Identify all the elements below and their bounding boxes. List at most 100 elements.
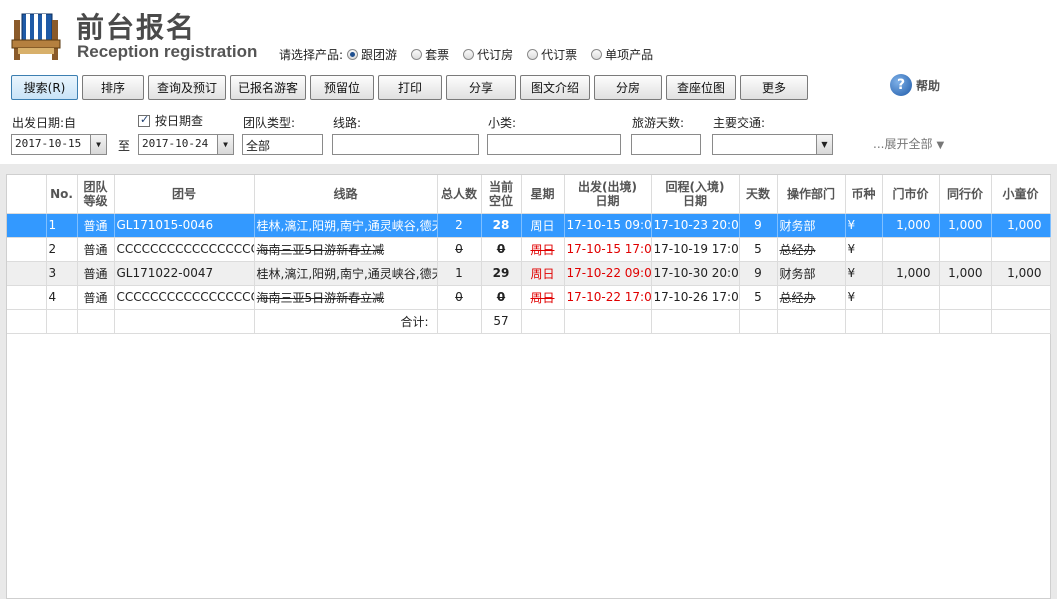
subcategory-input[interactable] [487, 134, 621, 155]
radio-single-product[interactable]: 单项产品 [591, 46, 653, 63]
row-days[interactable]: 9 [739, 213, 778, 238]
table-row[interactable]: 4 普通 CCCCCCCCCCCCCCCCC 海南三亚5日游新春立减 0 0 周日 17-10… [7, 285, 1051, 310]
row-retail[interactable] [882, 285, 940, 310]
row-weekday[interactable]: 周日 [521, 237, 565, 262]
by-date-checkbox[interactable]: 按日期查 [138, 112, 203, 129]
row-depart[interactable]: 17-10-22 17:04 [564, 285, 652, 310]
row-return[interactable]: 17-10-30 20:00 [651, 261, 740, 286]
chevron-down-icon[interactable]: ▼ [90, 135, 106, 154]
row-child[interactable]: 1,000 [991, 213, 1051, 238]
radio-group-tour[interactable]: 跟团游 [347, 46, 397, 63]
row-return[interactable]: 17-10-19 17:04 [651, 237, 740, 262]
more-button[interactable]: 更多 [740, 75, 808, 100]
row-total[interactable]: 1 [437, 261, 482, 286]
row-vacant[interactable]: 29 [481, 261, 522, 286]
row-days[interactable]: 9 [739, 261, 778, 286]
room-allocation-button[interactable]: 分房 [594, 75, 662, 100]
header-retail[interactable]: 门市价 [882, 175, 940, 214]
seat-map-button[interactable]: 查座位图 [666, 75, 736, 100]
intro-button[interactable]: 图文介绍 [520, 75, 590, 100]
row-no[interactable]: 3 [46, 261, 78, 286]
row-route[interactable]: 桂林,漓江,阳朔,南宁,通灵峡谷,德天 [254, 261, 438, 286]
header-days[interactable]: 天数 [739, 175, 778, 214]
date-to-select[interactable]: 2017-10-24 ▼ [138, 134, 234, 155]
row-total[interactable]: 2 [437, 213, 482, 238]
row-currency[interactable]: ¥ [845, 285, 883, 310]
row-level[interactable]: 普通 [77, 261, 115, 286]
print-button[interactable]: 打印 [378, 75, 442, 100]
radio-package[interactable]: 套票 [411, 46, 449, 63]
row-dept[interactable]: 总经办 [777, 285, 846, 310]
chevron-down-icon[interactable]: ▼ [816, 135, 832, 154]
team-type-input[interactable]: 全部 [242, 134, 323, 155]
sort-button[interactable]: 排序 [82, 75, 144, 100]
search-button[interactable]: 搜索(R) [11, 75, 78, 100]
row-weekday[interactable]: 周日 [521, 213, 565, 238]
row-dept[interactable]: 财务部 [777, 213, 846, 238]
table-row[interactable]: 3 普通 GL171022-0047 桂林,漓江,阳朔,南宁,通灵峡谷,德天 1 29 周日… [7, 261, 1051, 286]
row-vacant[interactable]: 0 [481, 285, 522, 310]
row-route[interactable]: 海南三亚5日游新春立减 [254, 237, 438, 262]
help-link[interactable]: ? 帮助 [890, 74, 940, 96]
reserve-seats-button[interactable]: 预留位 [310, 75, 374, 100]
header-vacant[interactable]: 当前 空位 [481, 175, 522, 214]
row-return[interactable]: 17-10-26 17:04 [651, 285, 740, 310]
header-weekday[interactable]: 星期 [521, 175, 565, 214]
row-code[interactable]: CCCCCCCCCCCCCCCCC [114, 285, 255, 310]
row-child[interactable]: 1,000 [991, 261, 1051, 286]
row-gutter[interactable] [7, 261, 47, 286]
row-depart[interactable]: 17-10-22 09:00 [564, 261, 652, 286]
row-currency[interactable]: ¥ [845, 213, 883, 238]
row-code[interactable]: GL171015-0046 [114, 213, 255, 238]
row-days[interactable]: 5 [739, 237, 778, 262]
row-gutter[interactable] [7, 237, 47, 262]
query-reserve-button[interactable]: 查询及预订 [148, 75, 226, 100]
header-dept[interactable]: 操作部门 [777, 175, 846, 214]
route-input[interactable] [332, 134, 479, 155]
radio-hotel[interactable]: 代订房 [463, 46, 513, 63]
row-weekday[interactable]: 周日 [521, 261, 565, 286]
header-child[interactable]: 小童价 [991, 175, 1051, 214]
row-vacant[interactable]: 0 [481, 237, 522, 262]
row-currency[interactable]: ¥ [845, 237, 883, 262]
row-peer[interactable] [939, 237, 992, 262]
header-currency[interactable]: 币种 [845, 175, 883, 214]
row-retail[interactable]: 1,000 [882, 213, 940, 238]
row-currency[interactable]: ¥ [845, 261, 883, 286]
table-row[interactable]: 1 普通 GL171015-0046 桂林,漓江,阳朔,南宁,通灵峡谷,德天 2 28 周日… [7, 213, 1051, 238]
header-peer[interactable]: 同行价 [939, 175, 992, 214]
row-retail[interactable]: 1,000 [882, 261, 940, 286]
tour-days-input[interactable] [631, 134, 701, 155]
row-level[interactable]: 普通 [77, 285, 115, 310]
row-child[interactable] [991, 285, 1051, 310]
row-code[interactable]: GL171022-0047 [114, 261, 255, 286]
row-days[interactable]: 5 [739, 285, 778, 310]
share-button[interactable]: 分享 [446, 75, 516, 100]
header-route[interactable]: 线路 [254, 175, 438, 214]
row-vacant[interactable]: 28 [481, 213, 522, 238]
row-dept[interactable]: 总经办 [777, 237, 846, 262]
header-no[interactable]: No. [46, 175, 78, 214]
row-peer[interactable] [939, 285, 992, 310]
row-no[interactable]: 2 [46, 237, 78, 262]
row-gutter[interactable] [7, 285, 47, 310]
header-depart[interactable]: 出发(出境) 日期 [564, 175, 652, 214]
header-code[interactable]: 团号 [114, 175, 255, 214]
expand-all-link[interactable]: ...展开全部 ▼ [873, 135, 944, 152]
chevron-down-icon[interactable]: ▼ [217, 135, 233, 154]
row-depart[interactable]: 17-10-15 17:04 [564, 237, 652, 262]
row-code[interactable]: CCCCCCCCCCCCCCCCC [114, 237, 255, 262]
row-peer[interactable]: 1,000 [939, 261, 992, 286]
row-level[interactable]: 普通 [77, 213, 115, 238]
row-gutter[interactable] [7, 213, 47, 238]
registered-tourists-button[interactable]: 已报名游客 [230, 75, 306, 100]
row-depart[interactable]: 17-10-15 09:00 [564, 213, 652, 238]
row-return[interactable]: 17-10-23 20:00 [651, 213, 740, 238]
row-route[interactable]: 海南三亚5日游新春立减 [254, 285, 438, 310]
row-retail[interactable] [882, 237, 940, 262]
date-from-select[interactable]: 2017-10-15 ▼ [11, 134, 107, 155]
radio-ticket[interactable]: 代订票 [527, 46, 577, 63]
row-no[interactable]: 4 [46, 285, 78, 310]
row-level[interactable]: 普通 [77, 237, 115, 262]
row-no[interactable]: 1 [46, 213, 78, 238]
